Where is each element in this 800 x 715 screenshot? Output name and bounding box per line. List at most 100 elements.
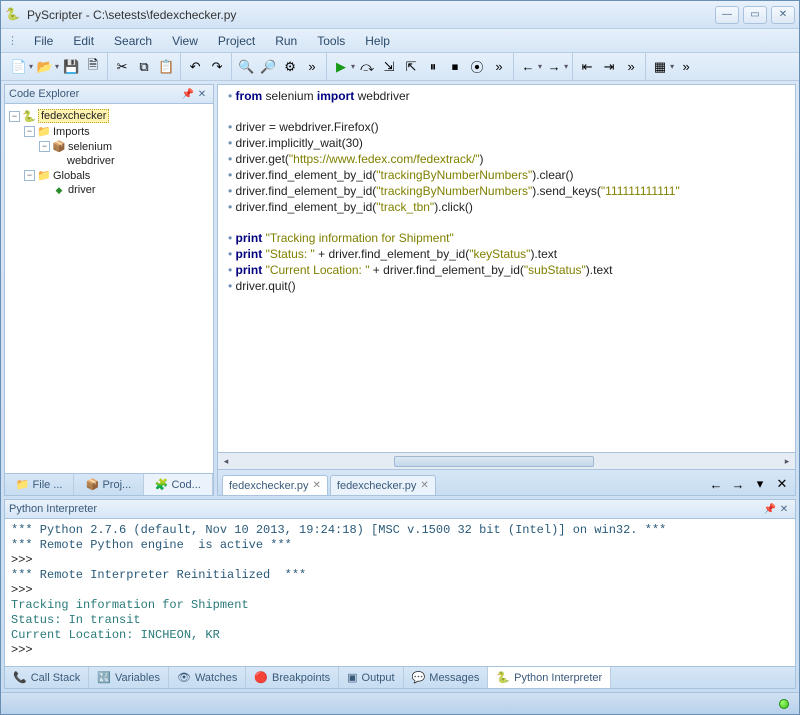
tab-file-explorer[interactable]: 📁File ... bbox=[5, 474, 74, 495]
menu-tools[interactable]: Tools bbox=[309, 31, 353, 51]
new-file-dropdown[interactable]: ▾ bbox=[29, 62, 33, 71]
toolbar-overflow-4[interactable]: » bbox=[676, 57, 696, 77]
indent-button[interactable]: ⇥ bbox=[599, 57, 619, 77]
undo-button[interactable]: ↶ bbox=[185, 57, 205, 77]
step-out-button[interactable]: ⇱ bbox=[401, 57, 421, 77]
horizontal-scrollbar[interactable]: ◂ ▸ bbox=[217, 453, 796, 470]
scroll-right-button[interactable]: ▸ bbox=[779, 454, 795, 469]
menu-view[interactable]: View bbox=[164, 31, 206, 51]
menu-search[interactable]: Search bbox=[106, 31, 160, 51]
tab-code-explorer[interactable]: 🧩Cod... bbox=[144, 474, 213, 495]
run-button[interactable]: ▶ bbox=[331, 57, 351, 77]
menu-project[interactable]: Project bbox=[210, 31, 263, 51]
tab-call-stack[interactable]: 📞Call Stack bbox=[5, 667, 89, 688]
tree-global-driver[interactable]: ◆ driver bbox=[9, 183, 209, 197]
prev-tab-button[interactable]: ← bbox=[707, 475, 725, 493]
scrollbar-thumb[interactable] bbox=[394, 456, 594, 467]
close-editor-button[interactable]: ✕ bbox=[773, 475, 791, 493]
code-line[interactable]: • print "Tracking information for Shipme… bbox=[228, 231, 789, 247]
collapse-icon[interactable]: − bbox=[24, 170, 35, 181]
close-panel-button[interactable]: ✕ bbox=[777, 504, 791, 515]
find-next-button[interactable]: 🔎 bbox=[258, 57, 278, 77]
menu-help[interactable]: Help bbox=[357, 31, 398, 51]
cut-button[interactable]: ✂ bbox=[112, 57, 132, 77]
toolbar-overflow-1[interactable]: » bbox=[302, 57, 322, 77]
toolbar-overflow-2[interactable]: » bbox=[489, 57, 509, 77]
code-line[interactable]: • from selenium import webdriver bbox=[228, 89, 789, 105]
layout-button[interactable]: ▦ bbox=[650, 57, 670, 77]
code-line[interactable]: • driver.implicitly_wait(30) bbox=[228, 136, 789, 152]
editor-tab[interactable]: fedexchecker.py ✕ bbox=[222, 475, 328, 495]
tab-messages[interactable]: 💬Messages bbox=[404, 667, 489, 688]
nav-back-button[interactable]: ← bbox=[518, 57, 538, 77]
breakpoint-button[interactable]: ⦿ bbox=[467, 57, 487, 77]
tab-watches[interactable]: 👁Watches bbox=[169, 667, 246, 688]
tree-globals[interactable]: − 📁 Globals bbox=[9, 168, 209, 183]
collapse-icon[interactable]: − bbox=[24, 126, 35, 137]
nav-fwd-dd[interactable]: ▾ bbox=[564, 62, 568, 71]
nav-fwd-button[interactable]: → bbox=[544, 57, 564, 77]
tab-project-explorer[interactable]: 📦Proj... bbox=[74, 474, 143, 495]
code-editor[interactable]: • from selenium import webdriver • drive… bbox=[217, 84, 796, 453]
tab-variables[interactable]: 🔣Variables bbox=[89, 667, 169, 688]
copy-button[interactable]: ⧉ bbox=[134, 57, 154, 77]
open-file-dropdown[interactable]: ▾ bbox=[55, 62, 59, 71]
code-line[interactable]: • print "Status: " + driver.find_element… bbox=[228, 247, 789, 263]
code-line[interactable] bbox=[228, 216, 789, 231]
tab-output[interactable]: ▣Output bbox=[339, 667, 403, 688]
editor-tab[interactable]: fedexchecker.py ✕ bbox=[330, 475, 436, 495]
tab-watches-label: Watches bbox=[195, 672, 237, 684]
next-tab-button[interactable]: → bbox=[729, 475, 747, 493]
close-tab-button[interactable]: ✕ bbox=[420, 480, 428, 491]
nav-back-dd[interactable]: ▾ bbox=[538, 62, 542, 71]
pin-button[interactable]: 📌 bbox=[763, 504, 777, 515]
paste-button[interactable]: 📋 bbox=[156, 57, 176, 77]
new-file-button[interactable]: 📄 bbox=[9, 57, 29, 77]
minimize-button[interactable]: — bbox=[715, 6, 739, 24]
tree-root[interactable]: − 🐍 fedexchecker bbox=[9, 108, 209, 124]
save-button[interactable]: 💾 bbox=[61, 57, 81, 77]
code-line[interactable]: • driver = webdriver.Firefox() bbox=[228, 120, 789, 136]
layout-dd[interactable]: ▾ bbox=[670, 62, 674, 71]
tab-breakpoints[interactable]: 🔴Breakpoints bbox=[246, 667, 339, 688]
pin-button[interactable]: 📌 bbox=[181, 89, 195, 100]
pause-button[interactable]: ⏸ bbox=[423, 57, 443, 77]
close-window-button[interactable]: ✕ bbox=[771, 6, 795, 24]
tree-import-selenium[interactable]: − 📦 selenium bbox=[9, 139, 209, 154]
tab-python-interpreter[interactable]: 🐍Python Interpreter bbox=[488, 667, 611, 688]
close-panel-button[interactable]: ✕ bbox=[195, 89, 209, 100]
step-over-button[interactable]: ⤼ bbox=[357, 57, 377, 77]
open-file-button[interactable]: 📂 bbox=[35, 57, 55, 77]
code-line[interactable]: • driver.find_element_by_id("trackingByN… bbox=[228, 168, 789, 184]
tree-imports[interactable]: − 📁 Imports bbox=[9, 124, 209, 139]
outdent-button[interactable]: ⇤ bbox=[577, 57, 597, 77]
options-button[interactable]: ⚙ bbox=[280, 57, 300, 77]
code-explorer-tree[interactable]: − 🐍 fedexchecker − 📁 Imports − 📦 seleniu… bbox=[4, 104, 214, 474]
toolbar-overflow-3[interactable]: » bbox=[621, 57, 641, 77]
find-button[interactable]: 🔍 bbox=[236, 57, 256, 77]
close-tab-button[interactable]: ✕ bbox=[313, 480, 321, 491]
code-line[interactable]: • driver.find_element_by_id("track_tbn")… bbox=[228, 200, 789, 216]
menu-edit[interactable]: Edit bbox=[65, 31, 102, 51]
stop-button[interactable]: ⏹ bbox=[445, 57, 465, 77]
code-token: webdriver bbox=[354, 89, 409, 103]
tab-list-button[interactable]: ▾ bbox=[751, 475, 769, 493]
step-into-button[interactable]: ⇲ bbox=[379, 57, 399, 77]
collapse-icon[interactable]: − bbox=[39, 141, 50, 152]
code-line[interactable]: • driver.find_element_by_id("trackingByN… bbox=[228, 184, 789, 200]
run-dropdown[interactable]: ▾ bbox=[351, 62, 355, 71]
code-line[interactable] bbox=[228, 105, 789, 120]
menu-file[interactable]: File bbox=[26, 31, 61, 51]
interpreter-output[interactable]: *** Python 2.7.6 (default, Nov 10 2013, … bbox=[4, 519, 796, 667]
menubar-grip[interactable]: ⋮ bbox=[7, 34, 18, 47]
scroll-left-button[interactable]: ◂ bbox=[218, 454, 234, 469]
code-line[interactable]: • driver.get("https://www.fedex.com/fede… bbox=[228, 152, 789, 168]
save-all-button[interactable]: 🗎 bbox=[83, 57, 103, 77]
redo-button[interactable]: ↷ bbox=[207, 57, 227, 77]
tree-import-webdriver[interactable]: webdriver bbox=[9, 154, 209, 168]
maximize-button[interactable]: ▭ bbox=[743, 6, 767, 24]
code-line[interactable]: • print "Current Location: " + driver.fi… bbox=[228, 263, 789, 279]
collapse-icon[interactable]: − bbox=[9, 111, 20, 122]
menu-run[interactable]: Run bbox=[267, 31, 305, 51]
code-line[interactable]: • driver.quit() bbox=[228, 279, 789, 295]
